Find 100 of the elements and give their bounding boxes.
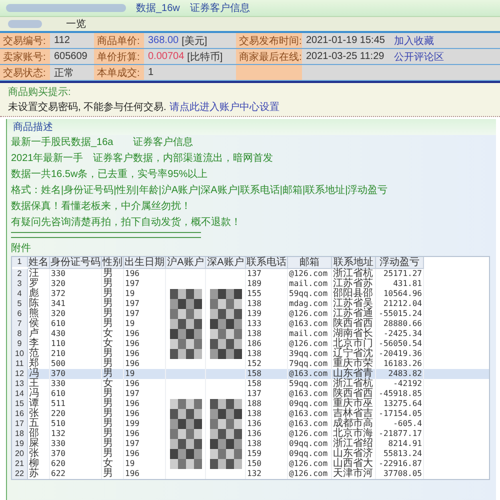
column-header: 出生日期 [124,257,166,269]
table-cell: @126.com [288,339,332,349]
table-cell: 辽宁省沈 [332,349,376,359]
table-cell: mail.com [288,279,332,289]
pixelated-block [210,419,242,429]
pixelated-block [210,449,242,459]
table-cell: 男 [102,319,124,329]
table-cell: 155 [246,289,288,299]
row-number: 16 [12,409,28,419]
table-cell: 159 [246,449,288,459]
table-cell: 196 [124,399,166,409]
table-cell: 330 [50,379,102,389]
table-cell: 370 [50,449,102,459]
table-cell: -22916.87 [376,459,424,469]
breadcrumb-item[interactable]: 数据_16w [136,1,180,15]
pixelated-block [170,349,202,359]
table-cell: 男 [102,309,124,319]
action-link[interactable]: 加入收藏 [394,34,434,48]
table-cell: 陈 [28,299,50,309]
table-cell: 196 [124,269,166,279]
table-cell: 196 [124,339,166,349]
table-cell: 330 [50,269,102,279]
value-text: 2021-01-19 15:45 [306,35,385,46]
table-cell: 19 [124,319,166,329]
table-cell: 372 [50,289,102,299]
table-cell: 8214.91 [376,439,424,449]
currency-unit: [比特币] [187,50,223,64]
table-cell: 09qq.com [288,449,332,459]
table-cell: -56050.54 [376,339,424,349]
table-cell: 197 [124,299,166,309]
table-cell: 浙江省杭 [332,379,376,389]
description-text: 2021年最新一手 证券客户数据，内部渠道流出，暗网首发 [11,153,274,164]
table-cell: 邵 [28,429,50,439]
tab[interactable]: 一览 [60,17,92,31]
pixelated-block [170,289,202,299]
table-cell: 邵阳县邵 [332,289,376,299]
pixelated-block [210,459,242,469]
table-cell: @126.com [288,459,332,469]
table-cell: 09qq.com [288,439,332,449]
table-cell: 199 [124,419,166,429]
pixelated-block [210,319,242,329]
table-cell: 137 [246,389,288,399]
table-cell: 132 [50,429,102,439]
table-cell: 197 [124,309,166,319]
table-cell: 江苏省苏 [332,279,376,289]
pixelated-block [170,439,202,449]
table-cell: 彪 [28,289,50,299]
settings-link[interactable]: 请点此进入账户中心设置 [169,100,280,114]
table-cell: 五 [28,419,50,429]
value-text: 112 [54,35,70,46]
label-cell [236,65,302,80]
table-cell: 196 [124,469,166,479]
table-cell: 男 [102,389,124,399]
price-value: 368.00 [148,35,179,46]
table-cell: 220 [50,409,102,419]
pixelated-block [170,449,202,459]
column-header: 浮动盈亏 [376,257,424,269]
table-cell: 430 [50,329,102,339]
row-number: 14 [12,389,28,399]
table-cell: 男 [102,269,124,279]
table-cell: 女 [102,339,124,349]
value-text: 2021-03-25 11:29 [306,51,384,62]
table-cell: 苏 [28,469,50,479]
row-number: 4 [12,289,28,299]
table-cell: 屎 [28,439,50,449]
description-text: 最新一手股民数据_16a 证券客户信息 [11,137,194,148]
table-cell: 19 [124,459,166,469]
table-cell: @163.com [288,409,332,419]
table-cell: 罗 [28,279,50,289]
table-cell: 138 [246,439,288,449]
row-number: 9 [12,339,28,349]
table-cell: 北京市门 [332,339,376,349]
pixelated-block [210,349,242,359]
field-label: 交易编号: [0,33,50,48]
column-header: 姓名 [28,257,50,269]
row-number: 21 [12,459,28,469]
table-cell: -55015.24 [376,309,424,319]
table-cell: -605.4 [376,419,424,429]
table-cell: 431.81 [376,279,424,289]
table-cell: 136 [246,429,288,439]
currency-unit: [美元] [182,34,208,48]
row-number: 18 [12,429,28,439]
table-cell: 男 [102,429,124,439]
table-cell: 2483.82 [376,369,424,379]
column-header: 联系地址 [332,257,376,269]
table-cell: 196 [124,379,166,389]
table-cell: @163.com [288,389,332,399]
price-value: 0.00704 [148,51,184,62]
table-cell: 37708.05 [376,469,424,479]
action-link[interactable]: 公开评论区 [394,50,444,64]
pixelated-block [170,459,202,469]
table-cell: 男 [102,289,124,299]
table-cell: 320 [50,279,102,289]
table-cell: -42192 [376,379,424,389]
row-number: 1 [12,257,28,267]
section-title: 商品描述 [7,119,496,135]
table-cell: 320 [50,309,102,319]
pixelated-block [210,309,242,319]
table-cell: -45918.85 [376,389,424,399]
table-cell: 吉林省吉 [332,409,376,419]
